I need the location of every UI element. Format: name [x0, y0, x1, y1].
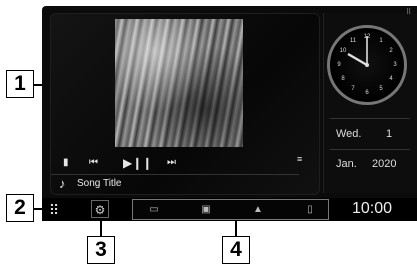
device-screen: ● ● ● ▮ ⏮ ▶❙❙ ⏭ ≡ ♪ Song Title ⠿ 12 1 2 … — [42, 6, 417, 221]
source-icon[interactable]: ▮ — [63, 154, 69, 172]
radio-icon[interactable]: ▭ — [147, 203, 161, 217]
menu-icon[interactable]: ≡ — [297, 150, 302, 168]
callout-1: 1 — [6, 70, 34, 98]
shortcut-bar: ▭ ▣ ▲ ▯ — [132, 199, 329, 220]
album-artwork — [115, 19, 243, 147]
clock-numeral: 6 — [365, 90, 369, 96]
clock-numeral: 12 — [363, 34, 371, 40]
date-divider — [330, 118, 410, 119]
date-year: 2020 — [372, 158, 397, 170]
clock-numeral: 1 — [379, 38, 383, 44]
callout-4: 4 — [222, 236, 250, 264]
callout-3: 3 — [87, 236, 115, 264]
clock-numeral: 9 — [337, 62, 341, 68]
phone-icon[interactable]: ▯ — [303, 203, 317, 217]
clock-numeral: 5 — [379, 86, 383, 92]
media-control-panel[interactable]: ● ● ● ▮ ⏮ ▶❙❙ ⏭ ≡ ♪ Song Title — [50, 13, 320, 195]
status-time: 10:00 — [352, 200, 393, 217]
clock-numeral: 11 — [349, 38, 357, 44]
song-title: Song Title — [77, 178, 122, 189]
song-info-row[interactable]: ♪ Song Title — [51, 174, 299, 195]
next-track-icon[interactable]: ⏭ — [167, 154, 176, 172]
clock-numeral: 3 — [393, 62, 397, 68]
settings-gear-icon[interactable]: ⚙ — [91, 200, 109, 218]
bottom-bar: ⠿ ⚙ ▭ ▣ ▲ ▯ 10:00 — [42, 198, 417, 221]
clock-numeral: 8 — [341, 76, 345, 82]
play-pause-icon[interactable]: ▶❙❙ — [123, 154, 152, 172]
grid-menu-icon[interactable]: ⠿ — [406, 8, 411, 16]
navigation-icon[interactable]: ▲ — [251, 203, 265, 217]
home-grid-icon[interactable]: ⠿ — [45, 201, 63, 219]
date-divider — [330, 149, 410, 150]
date-day: 1 — [386, 128, 393, 140]
media-controls: ▮ ⏮ ▶❙❙ ⏭ ≡ — [51, 154, 319, 172]
media-icon[interactable]: ▣ — [199, 203, 213, 217]
date-month: Jan. — [336, 158, 357, 170]
callout-4-leader — [235, 221, 237, 236]
clock-numeral: 4 — [389, 76, 393, 82]
music-note-icon: ♪ — [59, 176, 66, 191]
clock-panel[interactable]: ⠿ 12 1 2 3 4 5 6 7 8 9 10 11 Wed. 1 Jan.… — [323, 9, 417, 193]
clock-numeral: 7 — [351, 86, 355, 92]
clock-numeral: 2 — [389, 48, 393, 54]
callout-3-leader — [100, 221, 102, 236]
clock-numeral: 10 — [339, 48, 347, 54]
analog-clock: 12 1 2 3 4 5 6 7 8 9 10 11 — [327, 25, 407, 105]
previous-track-icon[interactable]: ⏮ — [89, 154, 98, 172]
callout-2: 2 — [6, 194, 34, 222]
date-weekday: Wed. — [336, 128, 362, 140]
